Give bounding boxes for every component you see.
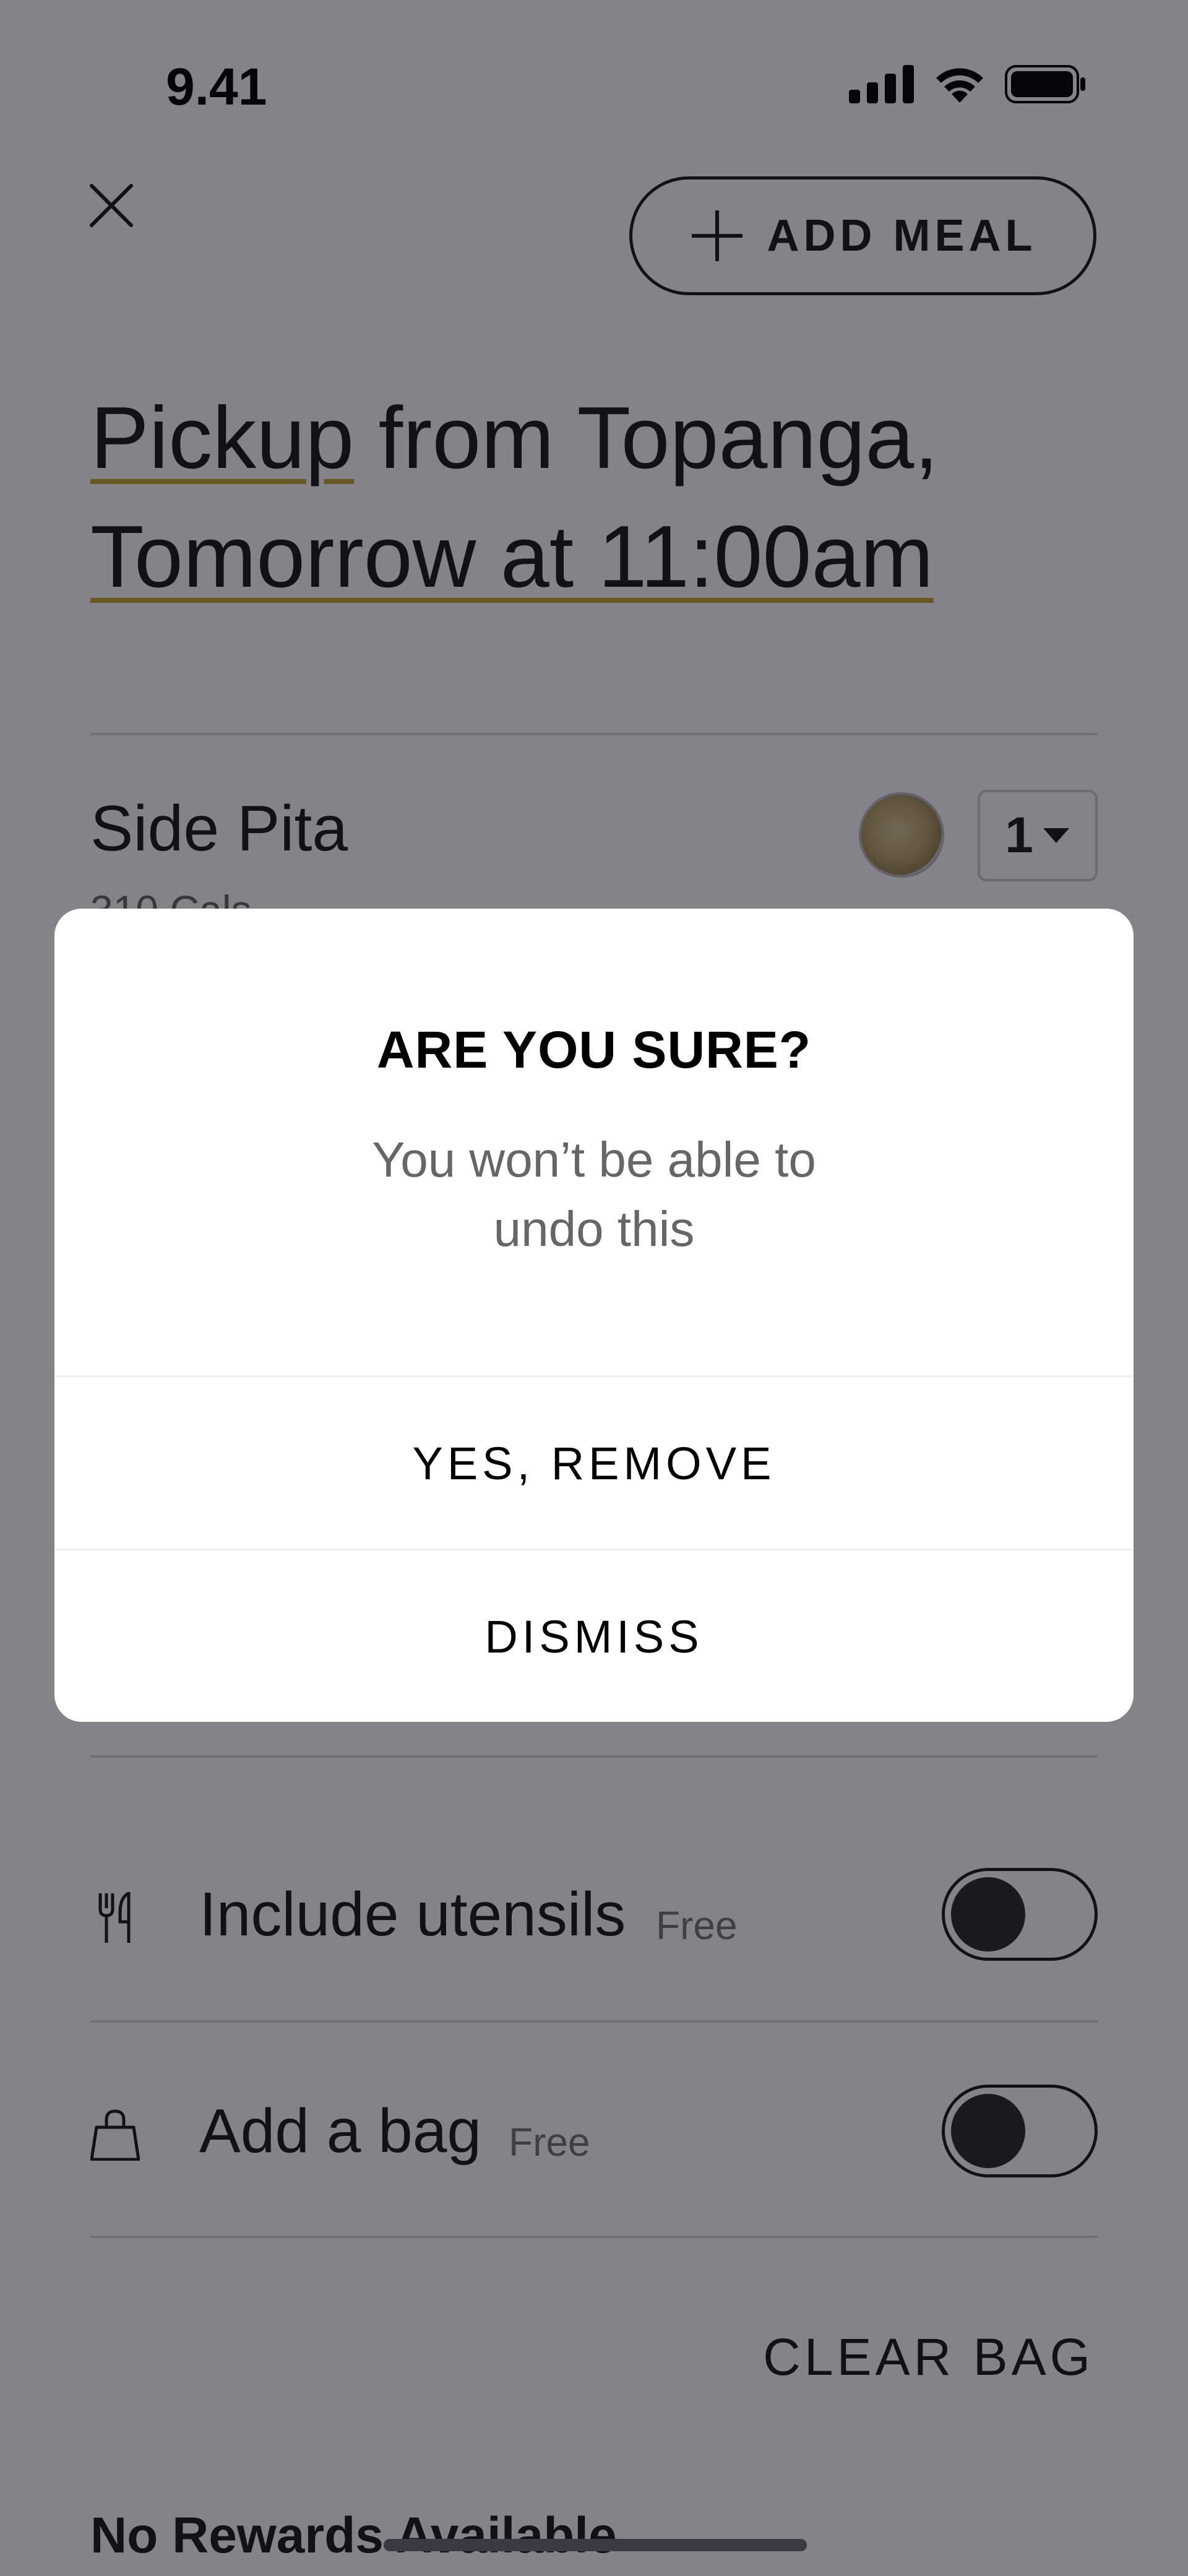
dialog-message: You won’t be able to undo this bbox=[54, 1125, 1134, 1264]
dialog-message-line: You won’t be able to bbox=[372, 1132, 816, 1187]
dialog-message-line: undo this bbox=[493, 1201, 695, 1256]
yes-remove-button[interactable]: YES, REMOVE bbox=[54, 1377, 1134, 1549]
dismiss-button[interactable]: DISMISS bbox=[54, 1550, 1134, 1722]
home-indicator bbox=[384, 2539, 807, 2551]
dialog-title: ARE YOU SURE? bbox=[376, 1021, 812, 1079]
checkout-bag-screen: 9.41 ADD MEAL bbox=[0, 0, 1188, 2576]
confirm-remove-dialog: ARE YOU SURE? You won’t be able to undo … bbox=[54, 909, 1134, 1722]
